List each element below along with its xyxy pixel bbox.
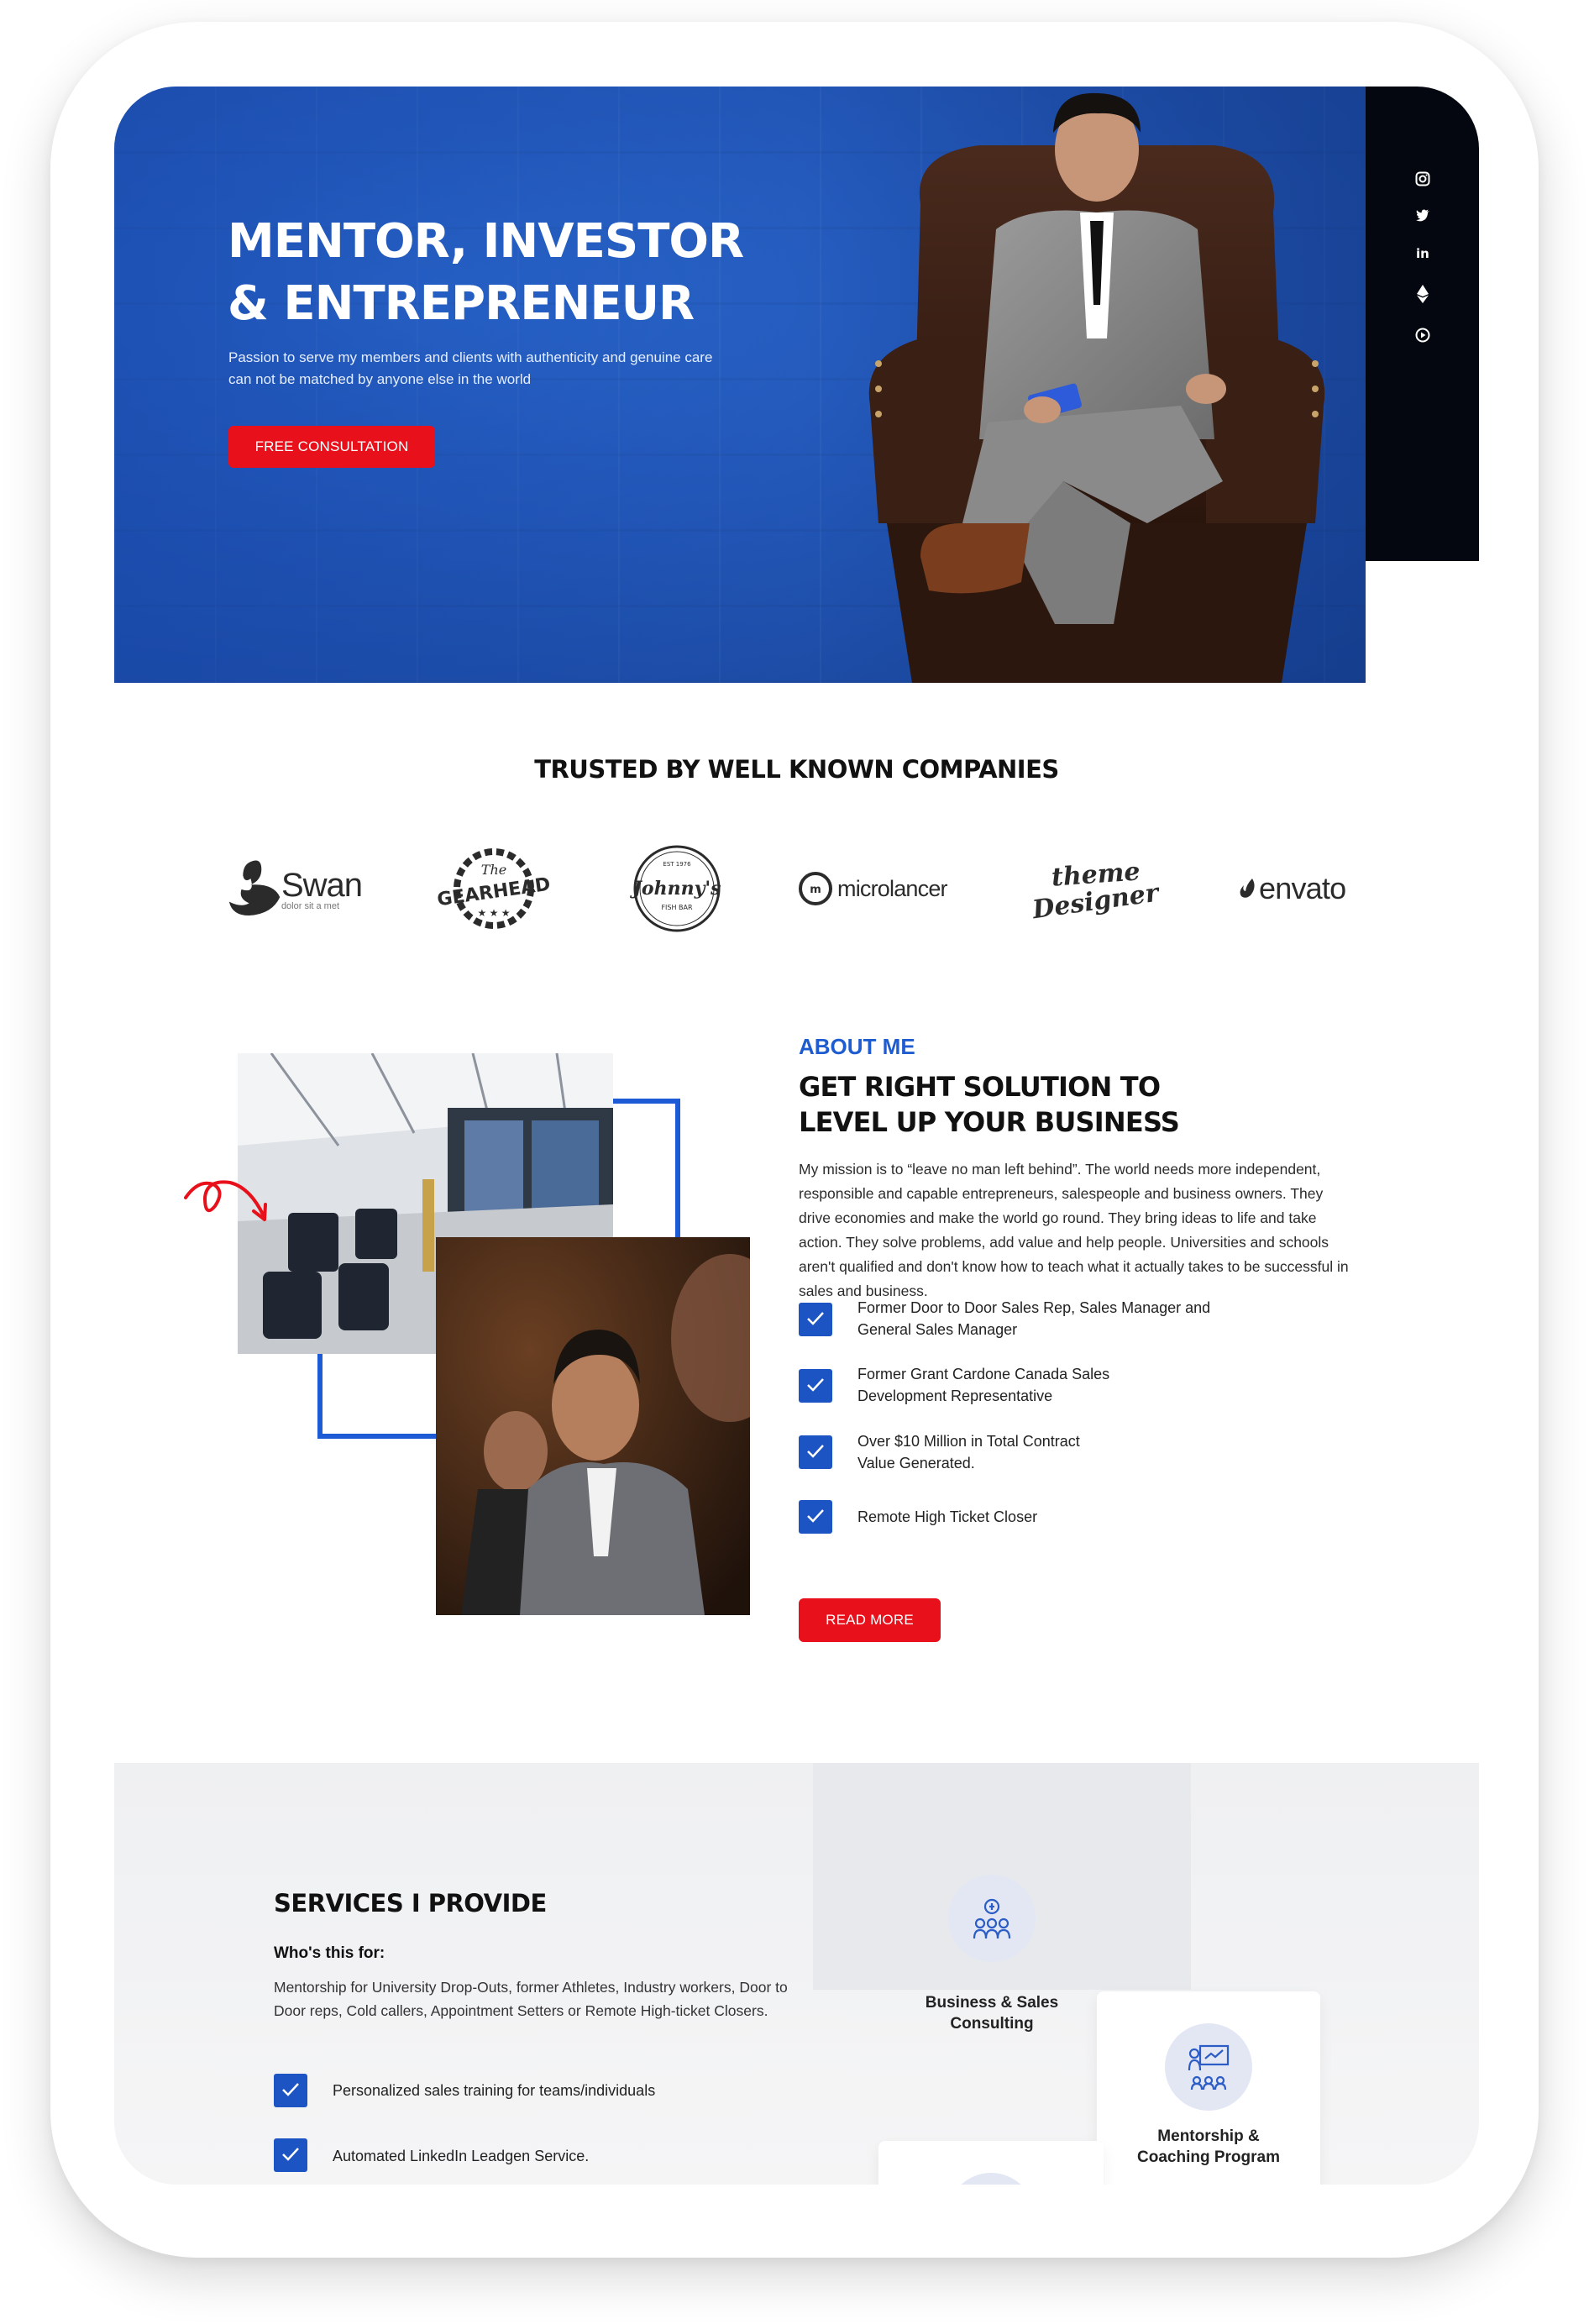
johnnys-logo-icon: EST 1976 Johnny's FISH BAR — [630, 845, 721, 932]
about-title: GET RIGHT SOLUTION TO LEVEL UP YOUR BUSI… — [799, 1069, 1387, 1140]
envato-wordmark: envato — [1259, 871, 1346, 905]
microlancer-wordmark: microlancer — [837, 875, 948, 901]
about-title-line-1: GET RIGHT SOLUTION TO — [799, 1071, 1161, 1103]
hero-subtitle-line-2: can not be matched by anyone else in the… — [228, 371, 532, 387]
check-icon — [799, 1435, 832, 1469]
svg-text:★ ★ ★: ★ ★ ★ — [478, 907, 511, 919]
services-who-text: Mentorship for University Drop-Outs, for… — [274, 1979, 788, 2019]
services-who-label: Who's this for: — [274, 1944, 385, 1962]
linkedin-icon[interactable]: in — [1415, 245, 1430, 261]
consulting-label: Business & Sales Consulting — [925, 1994, 1059, 2033]
partial-card-icon-circle — [947, 2173, 1035, 2185]
play-icon[interactable] — [1415, 328, 1430, 343]
etherium-icon[interactable] — [1415, 285, 1430, 303]
svg-text:The: The — [481, 862, 506, 878]
svg-text:m: m — [810, 884, 821, 896]
check-icon — [274, 2138, 307, 2172]
envato-leaf-icon — [1240, 879, 1255, 898]
svg-text:FISH BAR: FISH BAR — [661, 904, 693, 911]
swan-wordmark: Swan — [281, 866, 363, 904]
gearhead-logo-icon: The GEARHEAD ★ ★ ★ — [436, 848, 552, 929]
portrait-photo-illustration — [436, 1237, 750, 1615]
logo-swan: Swan dolor sit a met — [228, 842, 363, 935]
trusted-title: TRUSTED BY WELL KNOWN COMPANIES — [534, 755, 1059, 784]
red-arrow-icon — [184, 1180, 267, 1221]
twitter-icon[interactable] — [1415, 207, 1430, 223]
free-consultation-button[interactable]: FREE CONSULTATION — [228, 426, 435, 468]
logo-theme-designer: theme Designer — [1031, 842, 1161, 935]
hero-title-line-1: MENTOR, INVESTOR — [228, 214, 744, 269]
logo-johnnys: EST 1976 Johnny's FISH BAR — [627, 842, 727, 935]
about-paragraph: My mission is to “leave no man left behi… — [799, 1161, 1349, 1299]
check-item-4: Remote High Ticket Closer — [857, 1508, 1038, 1525]
svg-text:EST 1976: EST 1976 — [663, 861, 691, 868]
theme-designer-word-2: Designer — [1030, 878, 1162, 926]
service-card-mentorship[interactable]: Mentorship & Coaching Program — [1097, 1991, 1320, 2185]
logo-gearhead: The GEARHEAD ★ ★ ★ — [431, 842, 557, 935]
logo-microlancer: m microlancer — [797, 842, 965, 935]
service-card-partial[interactable] — [878, 2141, 1104, 2185]
swan-icon — [228, 860, 281, 916]
instagram-icon[interactable] — [1415, 171, 1430, 186]
check-icon — [274, 2074, 307, 2107]
portrait-photo — [436, 1237, 750, 1615]
consulting-icon-circle — [948, 1875, 1036, 1962]
service-check-item-1: Personalized sales training for teams/in… — [333, 2082, 656, 2099]
check-icon — [799, 1500, 832, 1534]
svg-text:in: in — [1416, 246, 1429, 260]
consulting-icon — [973, 1898, 1011, 1939]
svg-text:Johnny's: Johnny's — [630, 878, 721, 900]
hero-title-line-2: & ENTREPRENEUR — [228, 276, 695, 331]
services-section: SERVICES I PROVIDE Who's this for: Mento… — [114, 1763, 1479, 2185]
about-title-line-2: LEVEL UP YOUR BUSINESS — [799, 1106, 1180, 1138]
check-item-1: Former Door to Door Sales Rep, Sales Man… — [857, 1299, 1211, 1338]
check-item-3: Over $10 Million in Total Contract Value… — [857, 1433, 1080, 1472]
mentorship-icon-circle — [1165, 2023, 1252, 2111]
hero-subtitle-line-1: Passion to serve my members and clients … — [228, 349, 713, 365]
mentorship-label: Mentorship & Coaching Program — [1137, 2127, 1280, 2166]
check-icon — [799, 1303, 832, 1336]
hero-portrait-image — [868, 92, 1325, 683]
microlancer-icon: m — [799, 872, 832, 905]
about-eyebrow: ABOUT ME — [799, 1034, 915, 1059]
hero-section: MENTOR, INVESTOR & ENTREPRENEUR Passion … — [114, 87, 1366, 683]
presentation-icon — [1188, 2044, 1230, 2091]
read-more-button[interactable]: READ MORE — [799, 1598, 941, 1642]
check-icon — [799, 1369, 832, 1403]
hero-title: MENTOR, INVESTOR & ENTREPRENEUR — [228, 211, 744, 335]
logo-envato: envato — [1239, 842, 1373, 935]
check-item-2: Former Grant Cardone Canada Sales Develo… — [857, 1366, 1110, 1404]
social-sidebar: in — [1366, 87, 1479, 561]
services-title: SERVICES I PROVIDE — [274, 1889, 547, 1917]
hero-subtitle: Passion to serve my members and clients … — [228, 347, 800, 391]
service-check-item-2: Automated LinkedIn Leadgen Service. — [333, 2148, 590, 2164]
screen: MENTOR, INVESTOR & ENTREPRENEUR Passion … — [114, 87, 1479, 2185]
